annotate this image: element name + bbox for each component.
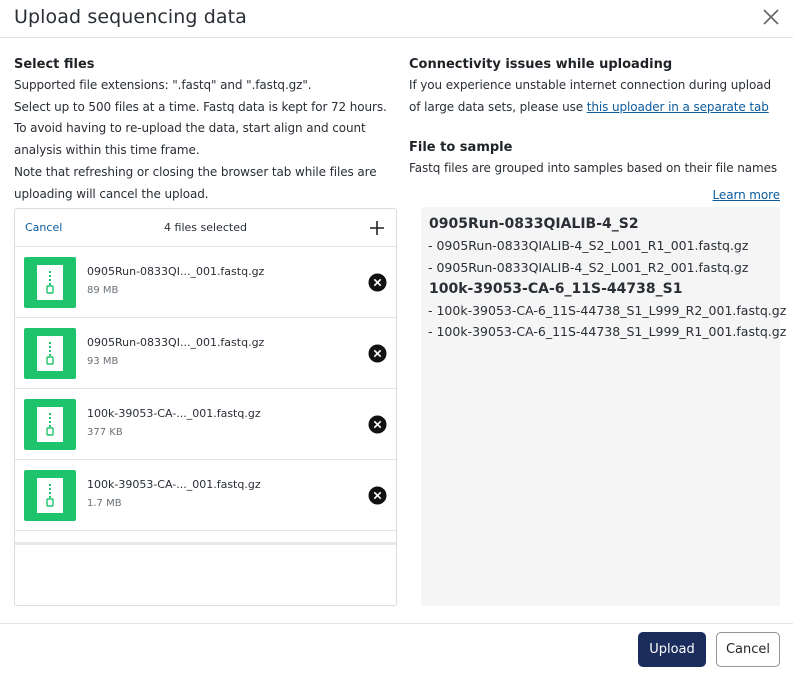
file-to-sample-text: Fastq files are grouped into samples bas… xyxy=(409,161,778,176)
close-icon[interactable] xyxy=(761,7,781,27)
file-name: 100k-39053-CA-..._001.fastq.gz xyxy=(87,478,261,491)
file-thumbnail xyxy=(24,328,76,379)
connectivity-heading: Connectivity issues while uploading xyxy=(409,57,673,72)
file-name: 0905Run-0833QI..._001.fastq.gz xyxy=(87,336,265,349)
sample-file: - 100k-39053-CA-6_11S-44738_S1_L999_R1_0… xyxy=(428,324,787,339)
sample-name: 100k-39053-CA-6_11S-44738_S1 xyxy=(429,281,683,297)
file-size: 93 MB xyxy=(87,356,119,367)
file-thumbnail xyxy=(24,399,76,450)
remove-file-icon[interactable] xyxy=(368,344,387,363)
separate-tab-uploader-link[interactable]: this uploader in a separate tab xyxy=(587,100,769,114)
select-files-heading: Select files xyxy=(14,57,95,72)
connectivity-text: If you experience unstable internet conn… xyxy=(409,75,781,118)
files-selected-count: 4 files selected xyxy=(164,221,247,234)
sample-file: - 100k-39053-CA-6_11S-44738_S1_L999_R2_0… xyxy=(428,303,787,318)
file-size: 1.7 MB xyxy=(87,498,122,509)
zip-file-icon xyxy=(46,484,54,507)
select-files-section: Select files Supported file extensions: … xyxy=(14,56,397,205)
sample-file: - 0905Run-0833QIALIB-4_S2_L001_R2_001.fa… xyxy=(428,260,749,275)
zip-file-icon xyxy=(46,342,54,365)
extensions-text: Supported file extensions: ".fastq" and … xyxy=(14,78,312,92)
remove-file-icon[interactable] xyxy=(368,273,387,292)
file-thumbnail xyxy=(24,257,76,308)
upload-panel-header: Cancel 4 files selected xyxy=(15,209,396,247)
dialog-header: Upload sequencing data xyxy=(0,0,793,38)
drop-zone-divider xyxy=(15,542,396,545)
info-section: Connectivity issues while uploading If y… xyxy=(409,56,781,202)
file-name: 100k-39053-CA-..._001.fastq.gz xyxy=(87,407,261,420)
limits-text: Select up to 500 files at a time. Fastq … xyxy=(14,99,387,158)
zip-file-icon xyxy=(46,413,54,436)
remove-file-icon[interactable] xyxy=(368,486,387,505)
file-item: 0905Run-0833QI..._001.fastq.gz 89 MB xyxy=(15,247,396,318)
file-size: 377 KB xyxy=(87,427,123,438)
sample-file: - 0905Run-0833QIALIB-4_S2_L001_R1_001.fa… xyxy=(428,238,749,253)
file-thumbnail xyxy=(24,470,76,521)
file-item: 100k-39053-CA-..._001.fastq.gz 377 KB xyxy=(15,389,396,460)
sample-name: 0905Run-0833QIALIB-4_S2 xyxy=(429,216,639,232)
plus-icon[interactable] xyxy=(368,219,386,237)
file-name: 0905Run-0833QI..._001.fastq.gz xyxy=(87,265,265,278)
file-item: 100k-39053-CA-..._001.fastq.gz 1.7 MB xyxy=(15,460,396,531)
file-size: 89 MB xyxy=(87,285,119,296)
remove-file-icon[interactable] xyxy=(368,415,387,434)
file-upload-panel: Cancel 4 files selected 0905Run-0833QI..… xyxy=(14,208,397,606)
learn-more-link[interactable]: Learn more xyxy=(713,185,781,207)
file-to-sample-heading: File to sample xyxy=(409,140,513,156)
sample-grouping-panel: 0905Run-0833QIALIB-4_S2 - 0905Run-0833QI… xyxy=(421,207,786,606)
dialog-title: Upload sequencing data xyxy=(14,6,247,28)
cancel-button[interactable]: Cancel xyxy=(716,632,780,667)
file-item: 0905Run-0833QI..._001.fastq.gz 93 MB xyxy=(15,318,396,389)
zip-file-icon xyxy=(46,271,54,294)
refresh-warning-text: Note that refreshing or closing the brow… xyxy=(14,164,377,201)
upload-button[interactable]: Upload xyxy=(638,632,706,667)
